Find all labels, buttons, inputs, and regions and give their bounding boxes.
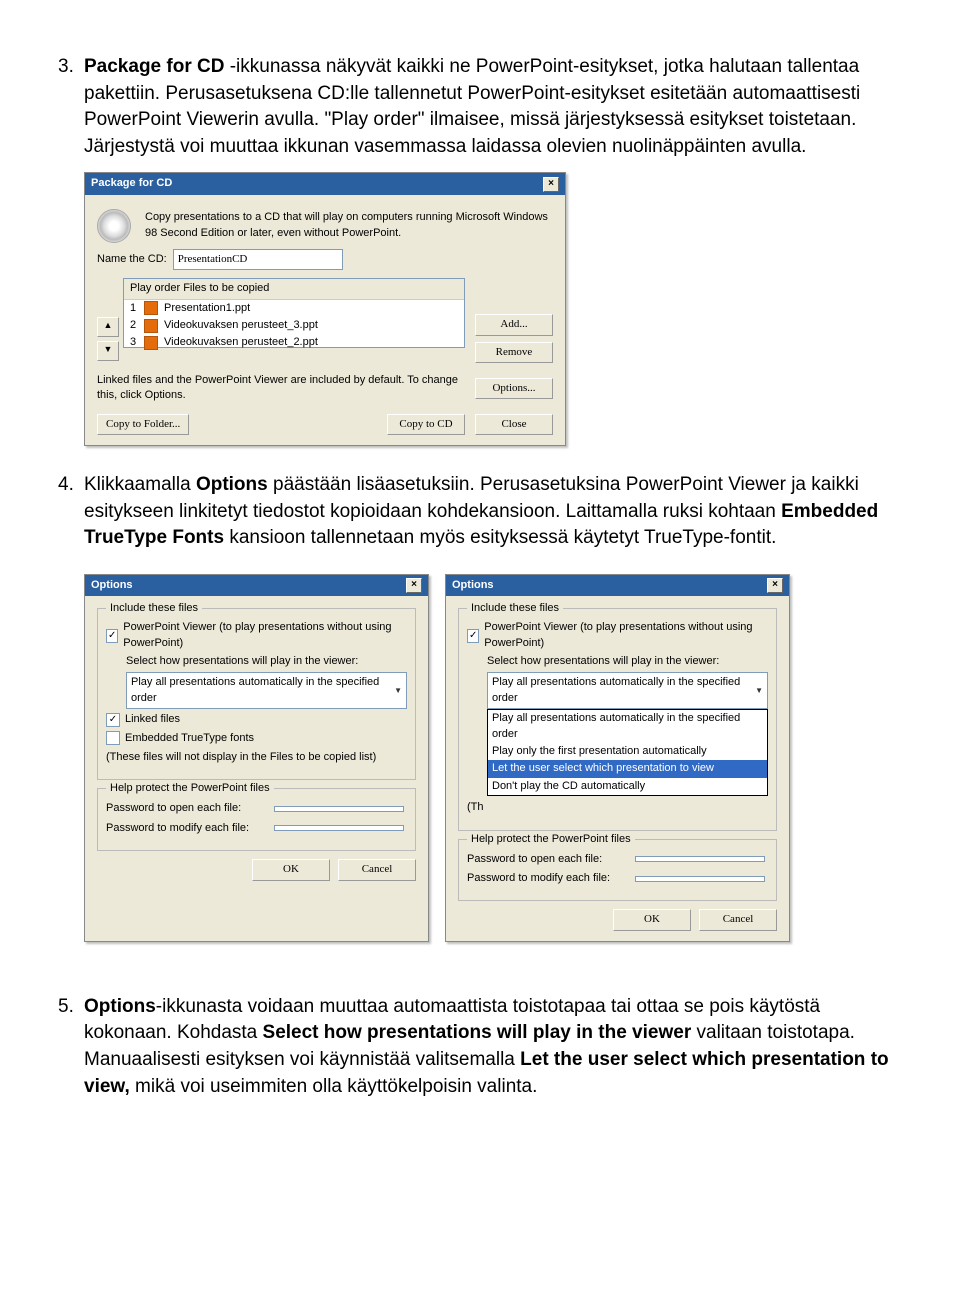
protect-files-group: Help protect the PowerPoint files Passwo…	[97, 788, 416, 851]
group-label: Include these files	[467, 601, 563, 616]
dropdown-item[interactable]: Don't play the CD automatically	[488, 778, 767, 795]
include-files-group: Include these files ✓PowerPoint Viewer (…	[97, 608, 416, 780]
files-list[interactable]: Play order Files to be copied 1Presentat…	[123, 278, 465, 348]
remove-button[interactable]: Remove	[475, 342, 553, 363]
checkbox[interactable]: ✓	[106, 713, 120, 727]
item-text: Klikkaamalla Options päästään lisäasetuk…	[84, 472, 902, 552]
linked-note: Linked files and the PowerPoint Viewer a…	[97, 373, 465, 404]
close-icon[interactable]: ×	[406, 578, 422, 593]
options-dialog-dropdown: Options × Include these files ✓PowerPoin…	[445, 574, 790, 942]
name-cd-input[interactable]: PresentationCD	[173, 249, 343, 270]
cd-icon	[97, 209, 131, 243]
dialog-title: Options	[452, 578, 494, 593]
list-row[interactable]: 1Presentation1.ppt	[124, 300, 464, 317]
add-button[interactable]: Add...	[475, 314, 553, 335]
chevron-down-icon: ▼	[755, 685, 763, 696]
name-cd-label: Name the CD:	[97, 252, 167, 267]
item-text: Options-ikkunasta voidaan muuttaa automa…	[84, 994, 902, 1100]
item-number: 5.	[58, 994, 84, 1100]
ppt-icon	[144, 301, 158, 315]
package-for-cd-dialog: Package for CD × Copy presentations to a…	[84, 172, 566, 446]
list-row[interactable]: 3Videokuvaksen perusteet_2.ppt	[124, 334, 464, 351]
list-item-5: 5. Options-ikkunasta voidaan muuttaa aut…	[58, 994, 902, 1100]
options-button[interactable]: Options...	[475, 378, 553, 399]
group-label: Help protect the PowerPoint files	[106, 781, 274, 796]
dropdown-item[interactable]: Play only the first presentation automat…	[488, 743, 767, 760]
password-open-input[interactable]	[635, 856, 765, 862]
dropdown-item[interactable]: Play all presentations automatically in …	[488, 710, 767, 743]
dialog-description: Copy presentations to a CD that will pla…	[137, 210, 553, 241]
ppt-icon	[144, 336, 158, 350]
ok-button[interactable]: OK	[252, 859, 330, 880]
dropdown-item-selected[interactable]: Let the user select which presentation t…	[488, 760, 767, 777]
item-number: 3.	[58, 54, 84, 160]
item-number: 4.	[58, 472, 84, 552]
list-header: Play order Files to be copied	[124, 279, 464, 299]
item-text: Package for CD -ikkunassa näkyvät kaikki…	[84, 54, 902, 160]
close-icon[interactable]: ×	[767, 578, 783, 593]
play-mode-dropdown: Play all presentations automatically in …	[487, 709, 768, 796]
bold: Options	[196, 474, 268, 495]
list-row[interactable]: 2Videokuvaksen perusteet_3.ppt	[124, 317, 464, 334]
bold: Options	[84, 996, 156, 1017]
bold: Package for CD	[84, 56, 224, 77]
dialog-title: Package for CD	[91, 176, 172, 191]
checkbox[interactable]: ✓	[106, 629, 118, 643]
ppt-icon	[144, 319, 158, 333]
close-icon[interactable]: ×	[543, 177, 559, 192]
move-up-button[interactable]: ▲	[97, 317, 119, 337]
chevron-down-icon: ▼	[394, 685, 402, 696]
ok-button[interactable]: OK	[613, 909, 691, 930]
copy-to-cd-button[interactable]: Copy to CD	[387, 414, 465, 435]
select-play-label: Select how presentations will play in th…	[106, 654, 407, 669]
dialog-title-bar: Options ×	[85, 575, 428, 596]
list-item-4: 4. Klikkaamalla Options päästään lisäase…	[58, 472, 902, 552]
play-mode-select[interactable]: Play all presentations automatically in …	[487, 672, 768, 709]
include-files-group: Include these files ✓PowerPoint Viewer (…	[458, 608, 777, 830]
close-button[interactable]: Close	[475, 414, 553, 435]
copy-to-folder-button[interactable]: Copy to Folder...	[97, 414, 189, 435]
protect-files-group: Help protect the PowerPoint files Passwo…	[458, 839, 777, 902]
checkbox[interactable]	[106, 731, 120, 745]
dialog-title-bar: Options ×	[446, 575, 789, 596]
cancel-button[interactable]: Cancel	[699, 909, 777, 930]
options-dialog: Options × Include these files ✓PowerPoin…	[84, 574, 429, 942]
checkbox[interactable]: ✓	[467, 629, 479, 643]
group-label: Include these files	[106, 601, 202, 616]
dialog-title-bar: Package for CD ×	[85, 173, 565, 194]
bold: Select how presentations will play in th…	[263, 1022, 692, 1043]
move-down-button[interactable]: ▼	[97, 341, 119, 361]
cancel-button[interactable]: Cancel	[338, 859, 416, 880]
list-item-3: 3. Package for CD -ikkunassa näkyvät kai…	[58, 54, 902, 160]
dialog-title: Options	[91, 578, 133, 593]
files-note: (Th	[467, 800, 768, 815]
group-label: Help protect the PowerPoint files	[467, 832, 635, 847]
files-note: (These files will not display in the Fil…	[106, 750, 407, 765]
password-open-input[interactable]	[274, 806, 404, 812]
password-modify-input[interactable]	[635, 876, 765, 882]
select-play-label: Select how presentations will play in th…	[467, 654, 768, 669]
password-modify-input[interactable]	[274, 825, 404, 831]
play-mode-select[interactable]: Play all presentations automatically in …	[126, 672, 407, 709]
